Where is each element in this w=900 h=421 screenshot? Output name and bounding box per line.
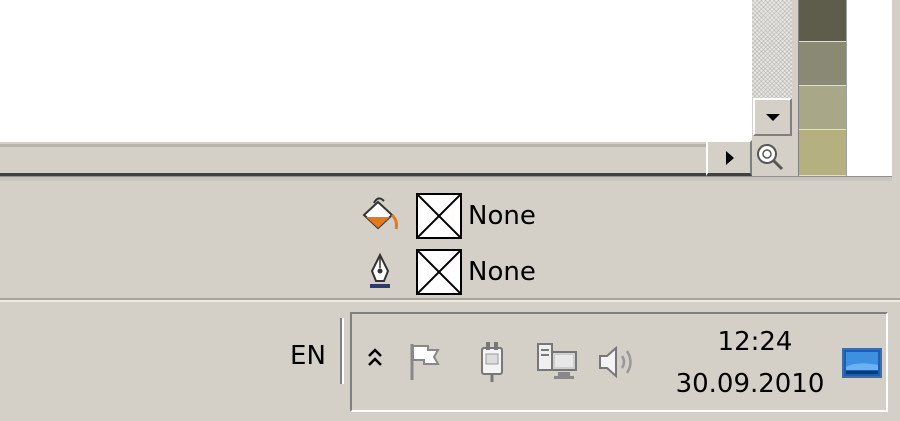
network-icon[interactable] [534,340,580,384]
show-desktop-icon[interactable] [842,347,882,379]
horizontal-scrollbar-track[interactable] [0,140,706,176]
zoom-icon [757,144,784,171]
fill-none-swatch[interactable] [416,193,462,239]
fill-indicator[interactable]: None [354,193,614,239]
pen-nib-icon [370,252,390,288]
stroke-none-swatch[interactable] [416,249,462,295]
window-edge [892,0,900,300]
palette-scroll-area [846,0,892,176]
fill-value-label: None [468,201,536,231]
scroll-down-button[interactable] [753,98,792,136]
zoom-button[interactable] [752,138,792,176]
palette-swatch[interactable] [799,0,846,42]
action-center-flag-icon[interactable] [404,340,444,384]
none-cross-icon [418,195,460,237]
panel-divider [0,176,892,181]
show-hidden-icons-icon[interactable] [364,345,386,371]
none-cross-icon [418,251,460,293]
power-plug-icon[interactable] [472,340,512,384]
color-palette [798,0,846,176]
volume-icon[interactable] [596,340,642,384]
clock-date[interactable]: 30.09.2010 [662,368,838,400]
clock-time[interactable]: 12:24 [690,326,820,358]
palette-swatch[interactable] [799,130,846,176]
taskbar-separator [340,318,344,384]
arrow-right-icon [726,151,734,165]
stroke-indicator[interactable]: None [354,249,614,295]
stroke-value-label: None [468,257,536,287]
vertical-scrollbar-track[interactable] [752,0,792,98]
drawing-canvas[interactable] [0,0,752,140]
language-indicator[interactable]: EN [282,336,334,376]
palette-swatch[interactable] [799,42,846,86]
paint-bucket-icon [362,197,398,230]
arrow-down-icon [766,114,780,121]
palette-swatch[interactable] [799,86,846,130]
scroll-right-button[interactable] [706,140,752,176]
